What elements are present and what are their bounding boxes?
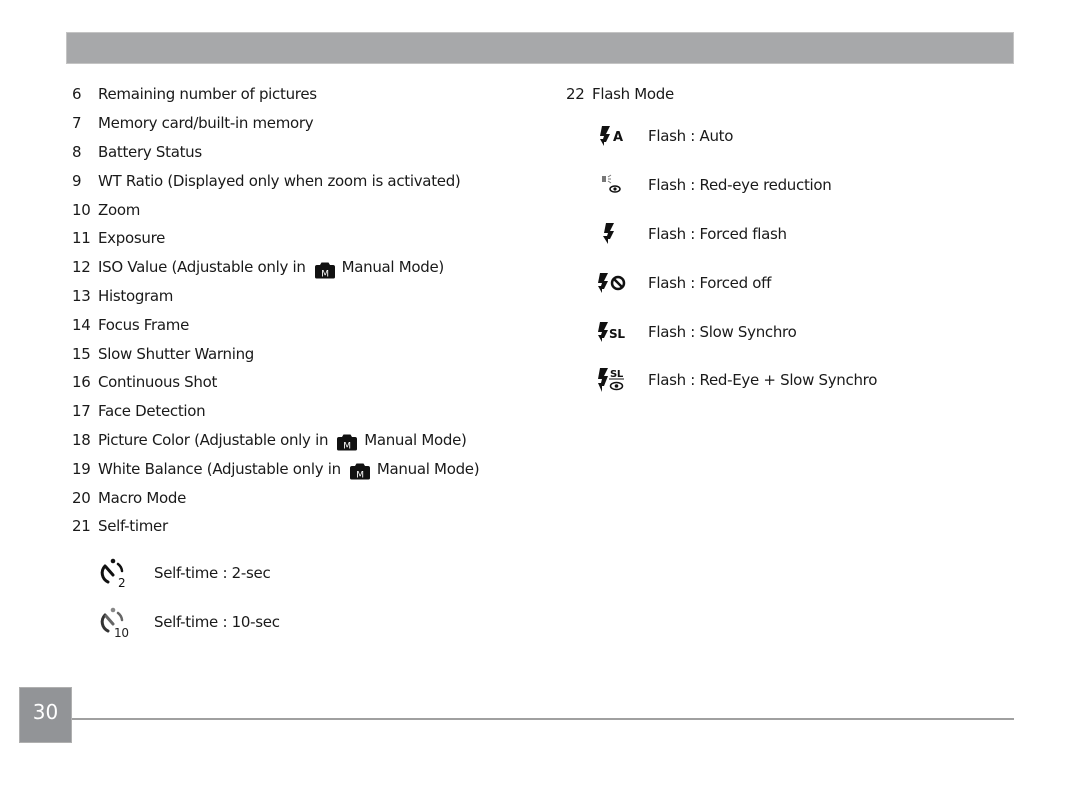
item-number: 6: [72, 85, 82, 104]
item-number: 13: [72, 286, 91, 305]
list-item: 17 Face Detection: [72, 397, 532, 426]
item-text: Battery Status: [98, 142, 202, 161]
flash-forced-icon: [594, 218, 634, 250]
list-item: 7 Memory card/built-in memory: [72, 109, 532, 138]
list-item: 16 Continuous Shot: [72, 368, 532, 397]
flash-option-text: Flash : Slow Synchro: [648, 322, 797, 341]
flash-red-eye-slow-synchro-icon: SL: [594, 364, 634, 396]
item-suffix: Manual Mode): [376, 459, 480, 478]
indicator-list-left: 6 Remaining number of pictures 7 Memory ca…: [72, 80, 532, 541]
flash-slow-synchro-icon: SL: [594, 316, 634, 348]
flash-option-text: Flash : Forced flash: [648, 224, 787, 243]
item-text: Face Detection: [98, 402, 206, 421]
flash-option-text: Flash : Red-Eye + Slow Synchro: [648, 371, 878, 390]
item-text: Memory card/built-in memory: [98, 114, 314, 133]
item-text: Histogram: [98, 286, 174, 305]
item-number: 8: [72, 142, 82, 161]
flash-option-text: Flash : Auto: [648, 127, 734, 146]
flash-mode-section: 22 Flash Mode: [566, 80, 1006, 109]
self-timer-label: 2: [118, 576, 125, 590]
flash-option: Flash : Forced off: [594, 258, 877, 307]
list-item: 10 Zoom: [72, 195, 532, 224]
item-number: 18: [72, 430, 91, 449]
item-text: WT Ratio (Displayed only when zoom is ac…: [98, 171, 461, 190]
flash-option: SL Flash : Red-Eye + Slow Synchro: [594, 356, 877, 405]
item-text: Continuous Shot: [98, 373, 218, 392]
item-number: 21: [72, 517, 91, 536]
flash-option: Flash : Forced flash: [594, 210, 877, 259]
manual-mode-camera-icon: M: [349, 463, 371, 480]
item-text: Macro Mode: [98, 488, 187, 507]
footer-divider: [72, 718, 1014, 720]
list-item: 12 ISO Value (Adjustable only in M Manual…: [72, 253, 532, 282]
list-item: 21 Self-timer: [72, 512, 532, 541]
item-number: 10: [72, 200, 91, 219]
item-text: Exposure: [98, 229, 166, 248]
flash-option: SL Flash : Slow Synchro: [594, 307, 877, 356]
item-number: 17: [72, 402, 91, 421]
item-text: Focus Frame: [98, 315, 190, 334]
item-number: 15: [72, 344, 91, 363]
manual-mode-letter: M: [321, 269, 328, 279]
flash-auto-icon: A: [594, 120, 634, 152]
item-text: Self-timer: [98, 517, 168, 536]
item-number: 7: [72, 114, 82, 133]
item-number: 20: [72, 488, 91, 507]
list-item: 18 Picture Color (Adjustable only in M Ma…: [72, 426, 532, 455]
item-suffix: Manual Mode): [341, 258, 445, 277]
item-number: 22: [566, 85, 585, 104]
self-timer-10sec-icon: 10: [96, 605, 130, 639]
list-item: 9 WT Ratio (Displayed only when zoom is a…: [72, 166, 532, 195]
flash-off-icon: [594, 267, 634, 299]
list-item: 13 Histogram: [72, 282, 532, 311]
flash-option: A Flash : Auto: [594, 112, 877, 161]
item-suffix: Manual Mode): [364, 430, 467, 449]
self-timer-2sec-icon: 2: [96, 556, 130, 590]
list-item: 6 Remaining number of pictures: [72, 80, 532, 109]
flash-icon-label: SL: [609, 327, 625, 341]
flash-option: Flash : Red-eye reduction: [594, 161, 877, 210]
self-timer-option: 2 Self-time : 2-sec: [96, 548, 280, 597]
list-item: 15 Slow Shutter Warning: [72, 339, 532, 368]
item-text: Zoom: [98, 200, 141, 219]
list-item: 11 Exposure: [72, 224, 532, 253]
flash-red-eye-icon: [594, 169, 634, 201]
item-text: Picture Color (Adjustable only in: [98, 430, 329, 449]
item-number: 12: [72, 258, 91, 277]
flash-icon-label: SL: [610, 369, 624, 380]
item-text: Remaining number of pictures: [98, 85, 317, 104]
page-number-box: 30: [19, 687, 72, 743]
manual-mode-camera-icon: M: [336, 434, 358, 451]
self-timer-text: Self-time : 10-sec: [154, 612, 280, 631]
item-text: ISO Value (Adjustable only in: [98, 258, 306, 277]
header-bar: [66, 32, 1014, 64]
item-text: Slow Shutter Warning: [98, 344, 255, 363]
flash-option-text: Flash : Forced off: [648, 273, 772, 292]
manual-mode-letter: M: [343, 442, 350, 452]
page-number: 30: [32, 700, 59, 724]
manual-mode-camera-icon: M: [314, 262, 336, 279]
flash-icon-label: A: [613, 130, 623, 145]
item-number: 9: [72, 171, 82, 190]
item-number: 19: [72, 459, 91, 478]
list-item: 20 Macro Mode: [72, 483, 532, 512]
self-timer-option: 10 Self-time : 10-sec: [96, 597, 280, 646]
item-number: 16: [72, 373, 91, 392]
self-timer-text: Self-time : 2-sec: [154, 563, 271, 582]
item-text: White Balance (Adjustable only in: [98, 459, 341, 478]
list-item: 8 Battery Status: [72, 138, 532, 167]
flash-option-text: Flash : Red-eye reduction: [648, 176, 832, 195]
flash-options: A Flash : Auto Flash : Red-eye reduction…: [594, 112, 877, 405]
item-number: 14: [72, 315, 91, 334]
list-item: 14 Focus Frame: [72, 310, 532, 339]
self-timer-label: 10: [114, 626, 129, 639]
item-text: Flash Mode: [592, 85, 674, 104]
item-number: 11: [72, 229, 91, 248]
flash-mode-heading: 22 Flash Mode: [566, 80, 1006, 109]
manual-mode-letter: M: [356, 471, 363, 481]
self-timer-options: 2 Self-time : 2-sec 10 Self-time : 10-se…: [96, 548, 280, 646]
list-item: 19 White Balance (Adjustable only in M Ma…: [72, 454, 532, 483]
